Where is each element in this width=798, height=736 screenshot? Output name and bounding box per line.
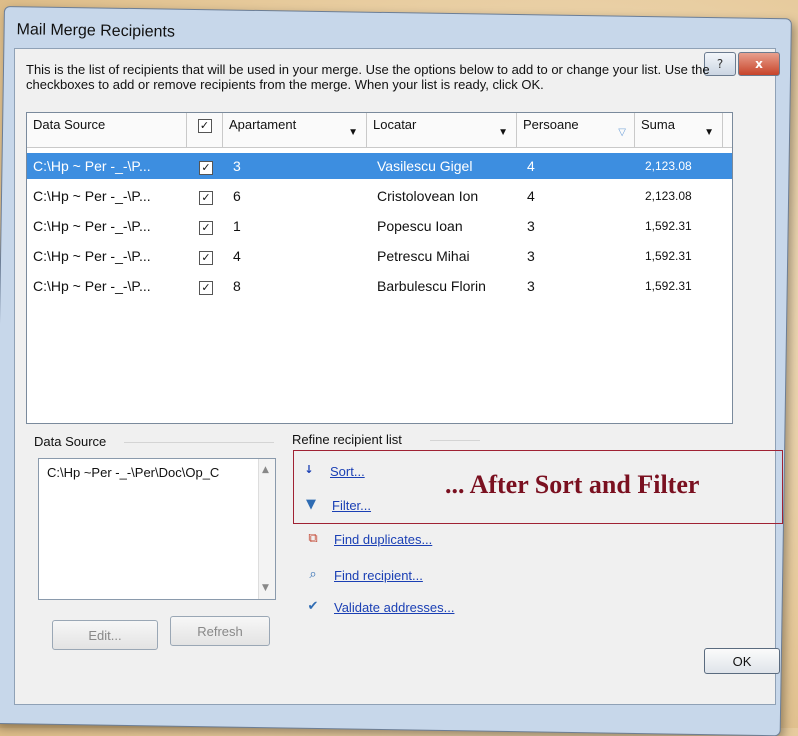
refine-separator — [430, 440, 480, 441]
dialog-title: Mail Merge Recipients — [16, 21, 176, 41]
data-source-scrollbar[interactable]: ▲ ▼ — [258, 459, 275, 599]
edit-button[interactable]: Edit... — [52, 620, 158, 650]
row-suma: 1,592.31 — [645, 249, 692, 263]
ok-button[interactable]: OK — [704, 648, 780, 674]
header-check[interactable]: ✓ — [187, 113, 223, 147]
row-apartament: 1 — [233, 218, 241, 234]
validate-addresses-link[interactable]: Validate addresses... — [334, 600, 454, 615]
row-checkbox[interactable]: ✓ — [199, 191, 213, 205]
row-suma: 1,592.31 — [645, 219, 692, 233]
scroll-down-icon[interactable]: ▼ — [262, 583, 269, 593]
row-apartament: 3 — [233, 158, 241, 174]
table-row[interactable]: C:\Hp ~ Per -_-\P... ✓ 4 Petrescu Mihai … — [27, 243, 732, 269]
row-locatar: Barbulescu Florin — [377, 278, 486, 294]
row-source: C:\Hp ~ Per -_-\P... — [33, 248, 151, 264]
row-locatar: Petrescu Mihai — [377, 248, 470, 264]
row-source: C:\Hp ~ Per -_-\P... — [33, 188, 151, 204]
filter-icon: ▼ — [306, 497, 316, 512]
row-persoane: 4 — [527, 158, 535, 174]
data-source-list[interactable]: C:\Hp ~Per -_-\Per\Doc\Op_C ▲ ▼ — [38, 458, 276, 600]
row-source: C:\Hp ~ Per -_-\P... — [33, 158, 151, 174]
table-row[interactable]: C:\Hp ~ Per -_-\P... ✓ 6 Cristolovean Io… — [27, 183, 732, 209]
row-suma: 2,123.08 — [645, 189, 692, 203]
data-source-item[interactable]: C:\Hp ~Per -_-\Per\Doc\Op_C — [47, 465, 219, 480]
row-suma: 2,123.08 — [645, 159, 692, 173]
sort-icon: ↓ — [304, 463, 314, 476]
scroll-up-icon[interactable]: ▲ — [262, 465, 269, 475]
filter-link[interactable]: Filter... — [332, 498, 371, 513]
refresh-button[interactable]: Refresh — [170, 616, 270, 646]
header-apartament[interactable]: Apartament ▼ — [223, 113, 367, 147]
row-checkbox[interactable]: ✓ — [199, 281, 213, 295]
data-source-label: Data Source — [34, 434, 107, 449]
data-source-separator — [124, 442, 274, 443]
row-apartament: 6 — [233, 188, 241, 204]
dropdown-icon[interactable]: ▼ — [498, 127, 508, 138]
refine-label: Refine recipient list — [292, 432, 402, 447]
row-persoane: 3 — [527, 218, 535, 234]
table-header: Data Source ✓ Apartament ▼ Locatar ▼ Per… — [27, 113, 732, 148]
duplicates-icon: ⧉ — [308, 531, 318, 546]
filter-dropdown-icon[interactable]: ▽ — [618, 127, 626, 138]
sort-link[interactable]: Sort... — [330, 464, 365, 479]
find-duplicates-link[interactable]: Find duplicates... — [334, 532, 432, 547]
row-locatar: Popescu Ioan — [377, 218, 463, 234]
header-persoane[interactable]: Persoane ▽ — [517, 113, 635, 147]
header-locatar[interactable]: Locatar ▼ — [367, 113, 517, 147]
row-apartament: 8 — [233, 278, 241, 294]
header-data-source[interactable]: Data Source — [27, 113, 187, 147]
row-source: C:\Hp ~ Per -_-\P... — [33, 218, 151, 234]
table-row[interactable]: C:\Hp ~ Per -_-\P... ✓ 3 Vasilescu Gigel… — [27, 153, 732, 179]
row-persoane: 3 — [527, 278, 535, 294]
callout-text: ... After Sort and Filter — [445, 470, 700, 499]
row-persoane: 4 — [527, 188, 535, 204]
table-row[interactable]: C:\Hp ~ Per -_-\P... ✓ 1 Popescu Ioan 3 … — [27, 213, 732, 239]
row-checkbox[interactable]: ✓ — [199, 161, 213, 175]
header-suma[interactable]: Suma ▼ — [635, 113, 723, 147]
row-source: C:\Hp ~ Per -_-\P... — [33, 278, 151, 294]
row-suma: 1,592.31 — [645, 279, 692, 293]
row-checkbox[interactable]: ✓ — [199, 251, 213, 265]
table-row[interactable]: C:\Hp ~ Per -_-\P... ✓ 8 Barbulescu Flor… — [27, 273, 732, 299]
header-checkbox[interactable]: ✓ — [197, 119, 212, 133]
validate-icon: ✔ — [307, 599, 319, 614]
find-icon: ⌕ — [309, 567, 317, 582]
sort-dropdown-icon[interactable]: ▼ — [348, 127, 358, 138]
find-recipient-link[interactable]: Find recipient... — [334, 568, 423, 583]
row-locatar: Vasilescu Gigel — [377, 158, 473, 174]
dropdown-icon[interactable]: ▼ — [704, 127, 714, 138]
row-apartament: 4 — [233, 248, 241, 264]
recipients-table[interactable]: Data Source ✓ Apartament ▼ Locatar ▼ Per… — [26, 112, 733, 424]
row-checkbox[interactable]: ✓ — [199, 221, 213, 235]
row-locatar: Cristolovean Ion — [377, 188, 479, 204]
instructions-text: This is the list of recipients that will… — [26, 62, 710, 92]
row-persoane: 3 — [527, 248, 535, 264]
